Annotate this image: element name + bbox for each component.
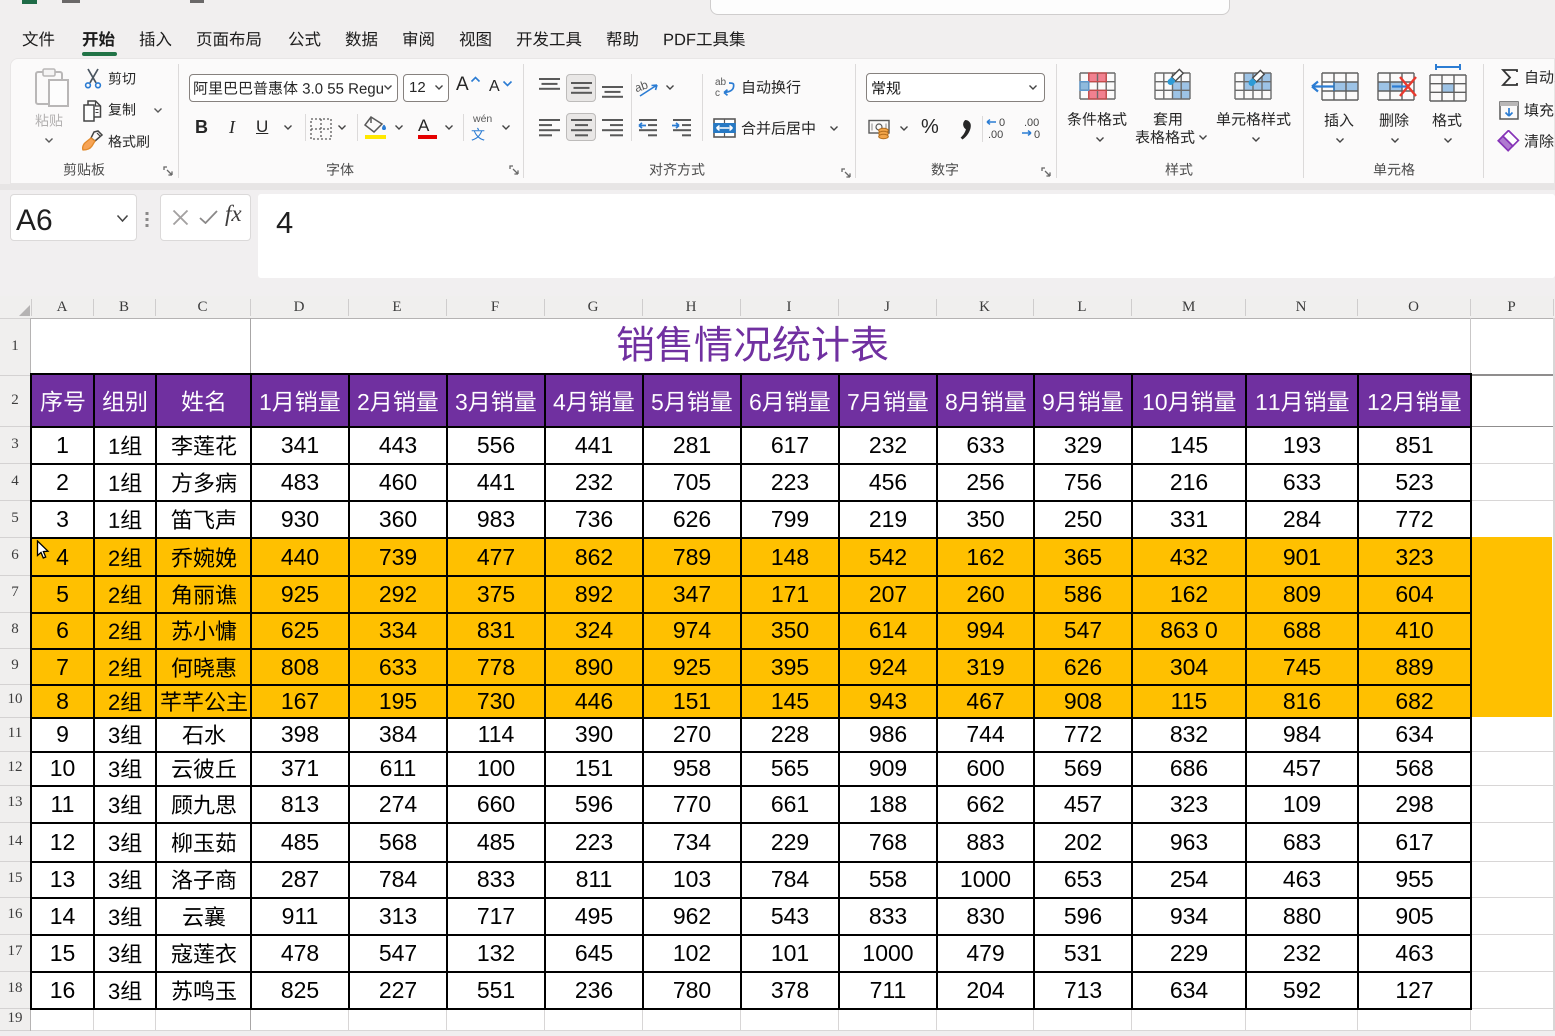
svg-text:ab: ab	[715, 77, 727, 88]
svg-text:.00: .00	[1024, 117, 1039, 129]
svg-text:c: c	[715, 88, 720, 98]
svg-text:.00: .00	[988, 129, 1003, 139]
svg-text:0: 0	[1034, 129, 1040, 139]
svg-text:0: 0	[999, 117, 1005, 129]
svg-text:ab: ab	[636, 78, 650, 95]
